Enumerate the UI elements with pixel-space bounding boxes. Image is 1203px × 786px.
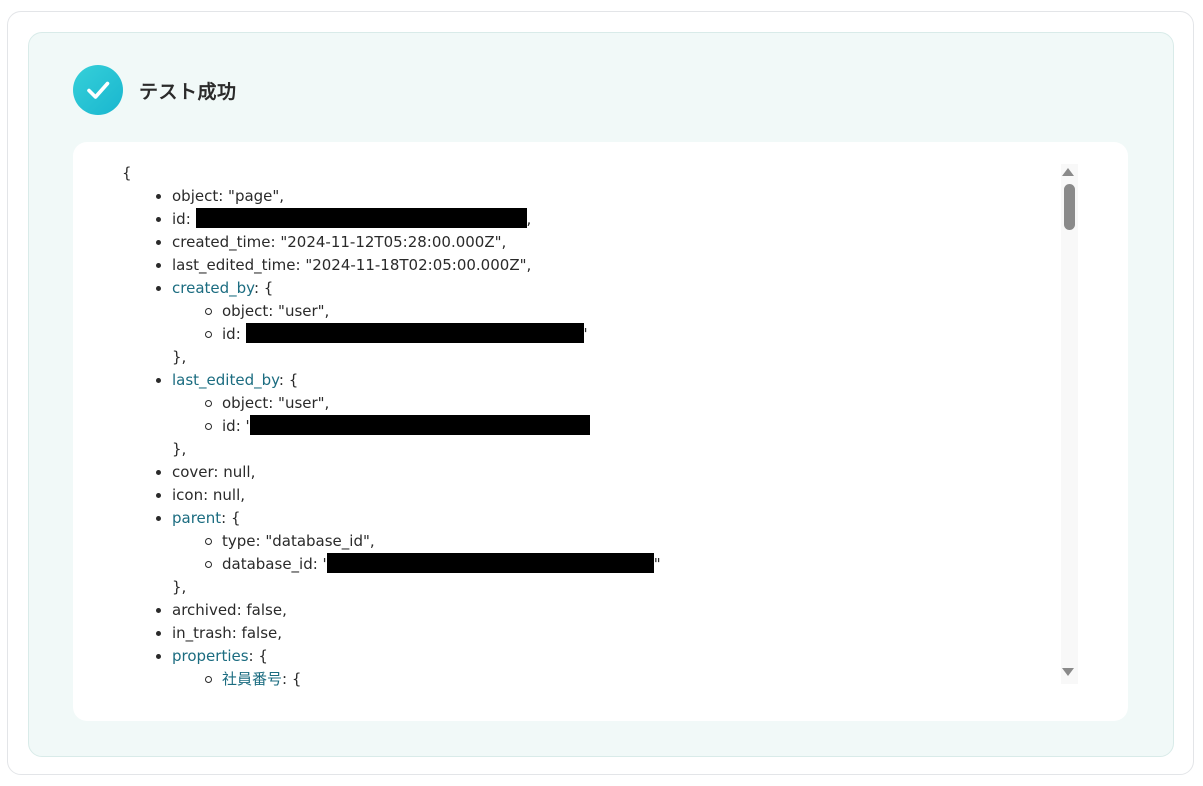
created-by-toggle[interactable]: created_by bbox=[172, 279, 254, 297]
redacted-block bbox=[195, 208, 527, 228]
json-open-brace: { bbox=[122, 164, 132, 182]
json-viewer[interactable]: { object: "page", id: , created_time: "2… bbox=[73, 162, 1113, 700]
scroll-down-arrow-icon[interactable] bbox=[1062, 668, 1074, 676]
json-line-parent-close: }, bbox=[172, 578, 187, 596]
redacted-block bbox=[249, 415, 590, 435]
json-line-icon: icon: null, bbox=[122, 484, 661, 507]
json-line-created-by-object: object: "user", bbox=[122, 300, 661, 323]
parent-toggle[interactable]: parent bbox=[172, 509, 221, 527]
json-line-cover: cover: null, bbox=[122, 461, 661, 484]
status-title: テスト成功 bbox=[139, 81, 237, 103]
json-line-in-trash: in_trash: false, bbox=[122, 622, 661, 645]
redacted-block bbox=[326, 553, 654, 573]
json-line-last-edited-time: last_edited_time: "2024-11-18T02:05:00.0… bbox=[122, 254, 661, 277]
json-output-card: { object: "page", id: , created_time: "2… bbox=[73, 142, 1128, 721]
property-toggle[interactable]: 社員番号 bbox=[222, 670, 282, 688]
scrollbar-track[interactable] bbox=[1061, 164, 1078, 684]
json-line-object: object: "page", bbox=[122, 185, 661, 208]
json-line-created-time: created_time: "2024-11-12T05:28:00.000Z"… bbox=[122, 231, 661, 254]
json-line-created-by: created_by: { bbox=[122, 277, 661, 300]
redacted-block bbox=[245, 323, 584, 343]
json-line-property-first: 社員番号: { bbox=[122, 668, 661, 691]
scrollbar-thumb[interactable] bbox=[1064, 184, 1075, 230]
properties-toggle[interactable]: properties bbox=[172, 647, 249, 665]
json-line-created-by-id: id: ' bbox=[122, 323, 661, 346]
json-line-created-by-close: }, bbox=[172, 348, 187, 366]
json-line-archived: archived: false, bbox=[122, 599, 661, 622]
checkmark-circle-icon bbox=[73, 65, 123, 115]
json-line-parent-database-id: database_id: ' " bbox=[122, 553, 661, 576]
json-line-last-edited-by-close: }, bbox=[172, 440, 187, 458]
json-line-last-edited-by: last_edited_by: { bbox=[122, 369, 661, 392]
json-line-parent-type: type: "database_id", bbox=[122, 530, 661, 553]
last-edited-by-toggle[interactable]: last_edited_by bbox=[172, 371, 279, 389]
json-line-last-edited-by-id: id: ' bbox=[122, 415, 661, 438]
json-line-parent: parent: { bbox=[122, 507, 661, 530]
json-line-id: id: , bbox=[122, 208, 661, 231]
scroll-up-arrow-icon[interactable] bbox=[1062, 168, 1074, 176]
json-tree: { object: "page", id: , created_time: "2… bbox=[122, 162, 661, 691]
json-line-properties: properties: { bbox=[122, 645, 661, 668]
json-line-last-edited-by-object: object: "user", bbox=[122, 392, 661, 415]
